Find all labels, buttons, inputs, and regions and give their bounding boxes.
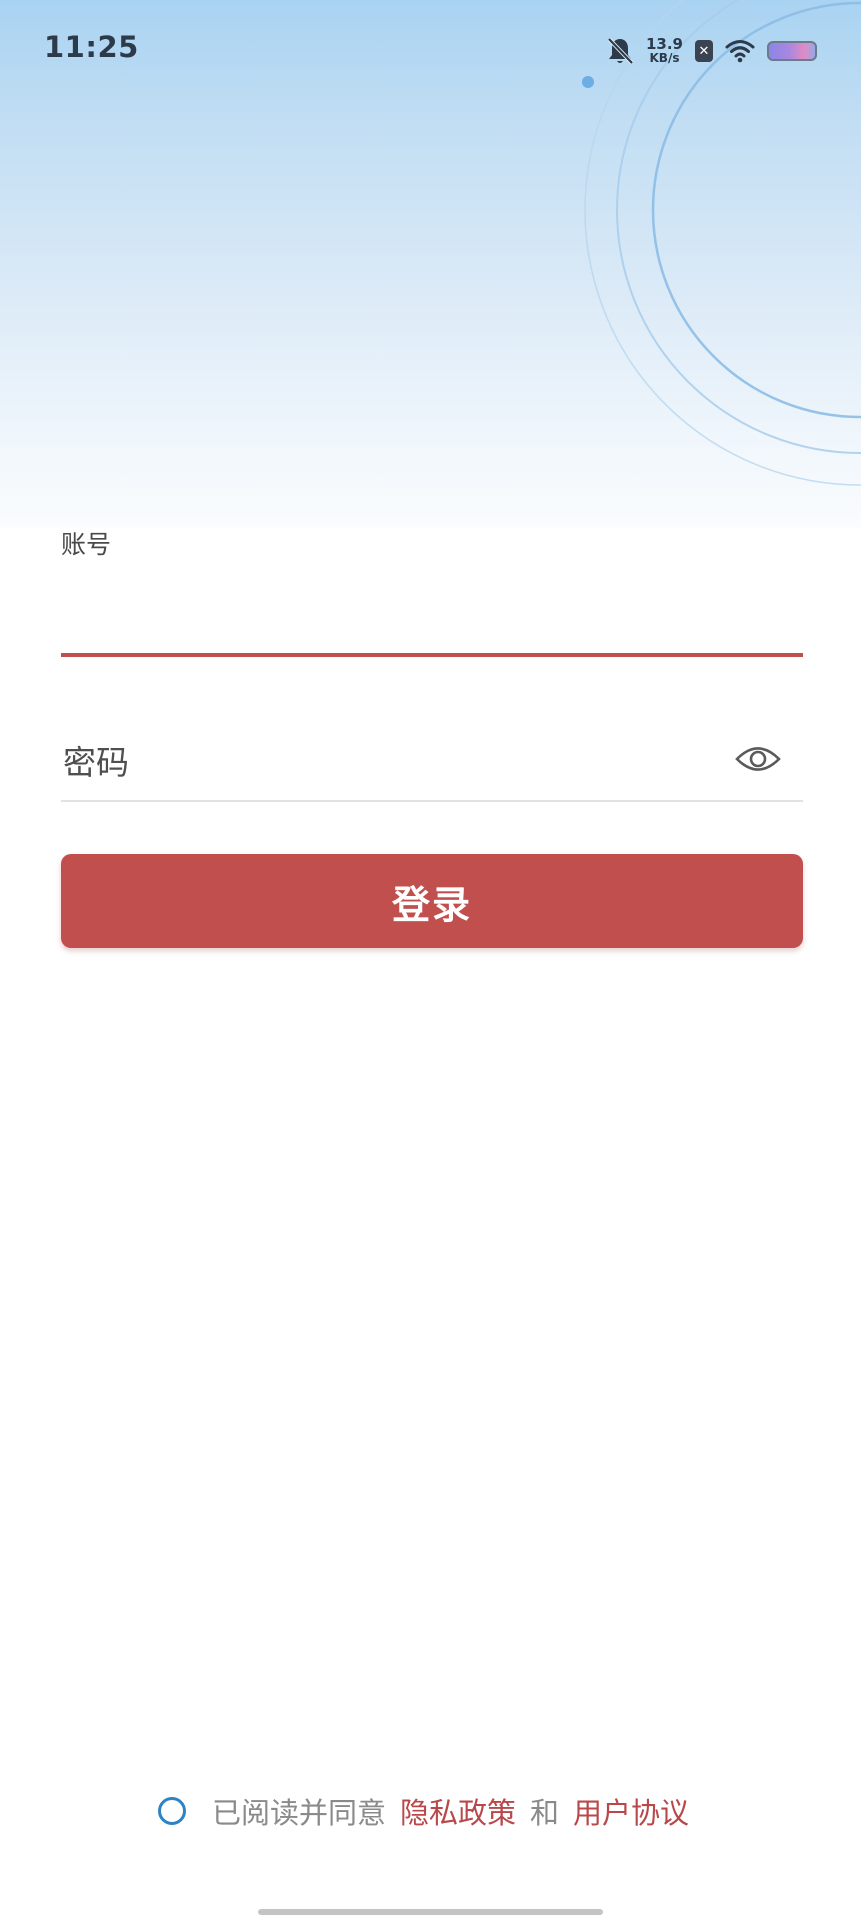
password-underline (61, 800, 803, 802)
net-speed-unit: KB/s (649, 51, 680, 65)
account-input[interactable] (61, 580, 807, 638)
status-bar: 11:25 13.9 KB/s ✕ (0, 0, 861, 100)
wifi-icon (725, 40, 755, 63)
status-icons: 13.9 KB/s ✕ (606, 34, 817, 68)
agree-text: 已阅读并同意 (211, 1796, 386, 1830)
agree-checkbox[interactable] (157, 1797, 186, 1825)
agree-and-text: 和 (530, 1796, 560, 1830)
net-speed: 13.9 KB/s (645, 35, 683, 66)
status-time: 11:25 (44, 30, 139, 64)
show-password-toggle[interactable] (732, 736, 784, 782)
account-label: 账号 (61, 530, 112, 559)
user-agreement-link[interactable]: 用户协议 (573, 1790, 689, 1832)
battery-icon (767, 41, 817, 61)
sim-off-icon: ✕ (695, 40, 713, 62)
login-screen: 11:25 13.9 KB/s ✕ 账号 登录 已阅读并同意 隐私政策 和 用户… (0, 0, 861, 1920)
account-underline (61, 653, 803, 657)
bell-off-icon (607, 37, 634, 65)
eye-icon (735, 747, 781, 771)
privacy-policy-link[interactable]: 隐私政策 (400, 1790, 516, 1832)
login-button[interactable]: 登录 (61, 854, 803, 948)
home-indicator[interactable] (258, 1909, 603, 1915)
net-speed-value: 13.9 (645, 35, 683, 53)
agreement-row: 已阅读并同意 隐私政策 和 用户协议 (0, 1785, 861, 1837)
password-input[interactable] (61, 733, 715, 791)
